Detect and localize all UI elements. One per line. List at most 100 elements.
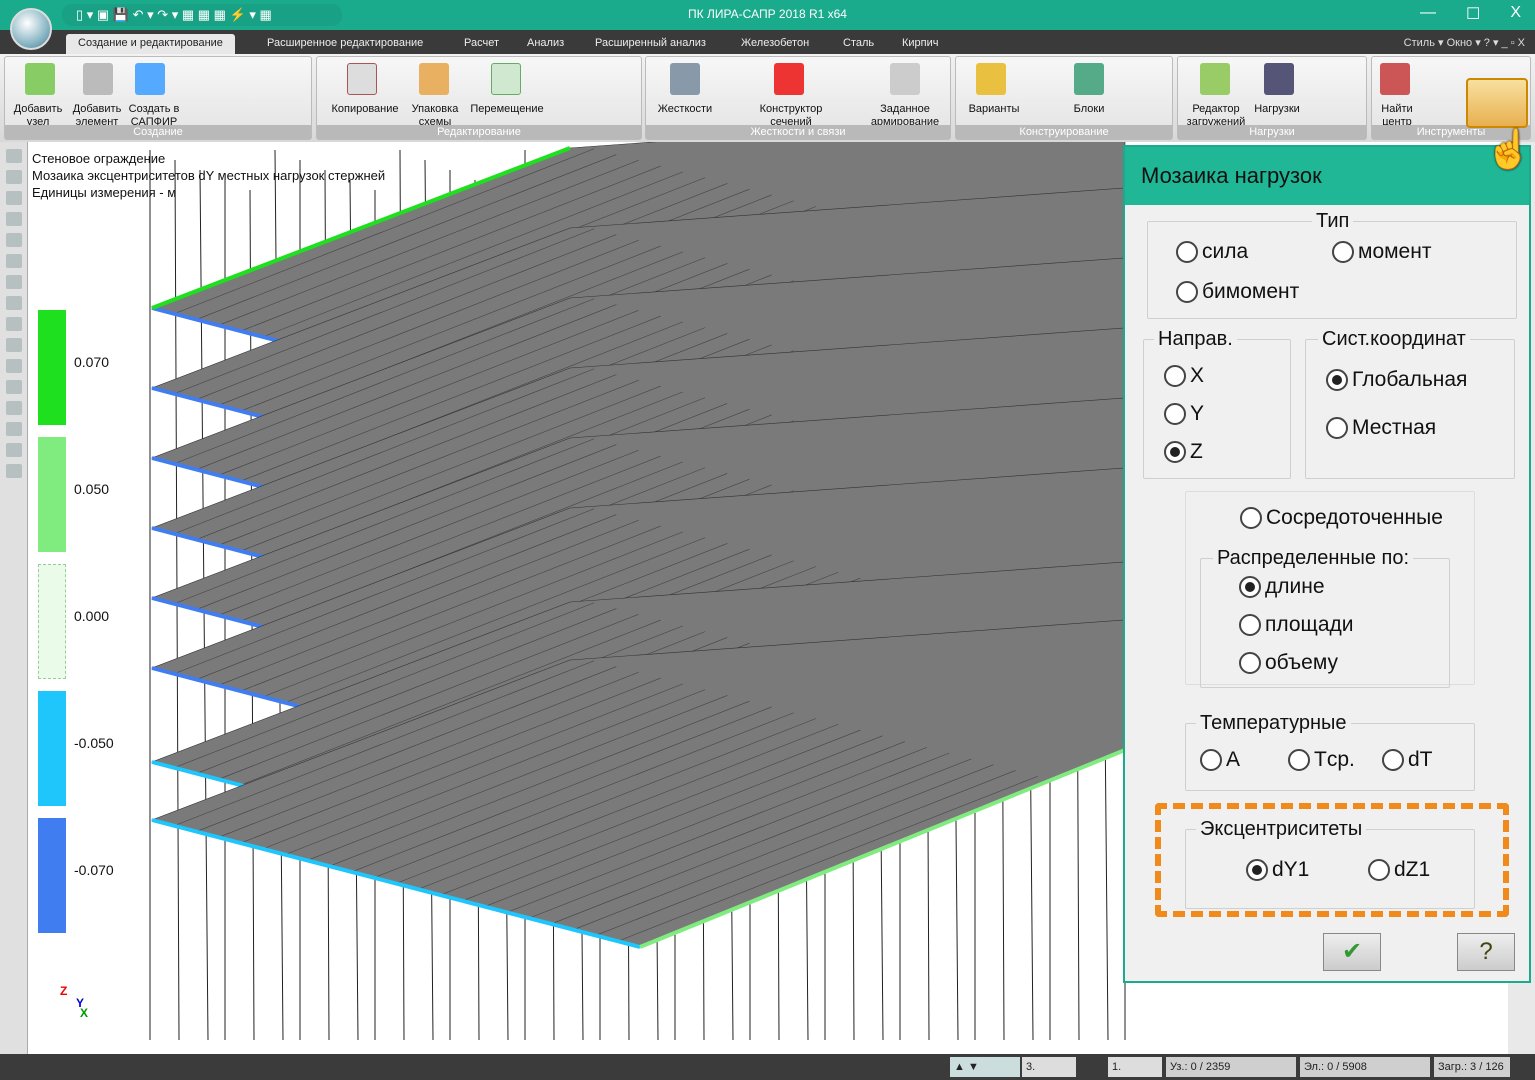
radio-icon: [1176, 281, 1198, 303]
radio-x[interactable]: X: [1164, 364, 1204, 388]
ribbon-tabs: Создание и редактирование Расширенное ре…: [0, 30, 1535, 54]
axis-x-label: X: [80, 1006, 89, 1020]
radio-icon: [1164, 441, 1186, 463]
radio-temp-avg[interactable]: Tср.: [1288, 748, 1355, 772]
add-element-icon: [83, 63, 113, 95]
copy-icon: [347, 63, 377, 95]
tab-masonry[interactable]: Кирпич: [902, 34, 939, 54]
info-line: Единицы измерения - м: [32, 185, 177, 200]
help-button[interactable]: ?: [1457, 933, 1515, 971]
load-mosaic-button[interactable]: [1466, 78, 1528, 128]
option-label: сила: [1202, 240, 1249, 263]
legend-swatch: [38, 564, 66, 679]
apply-button[interactable]: ✔: [1323, 933, 1381, 971]
radio-area[interactable]: площади: [1239, 613, 1353, 637]
tool-icon[interactable]: [5, 338, 22, 352]
radio-z[interactable]: Z: [1164, 440, 1203, 464]
info-line: Мозаика эксцентриситетов dY местных нагр…: [32, 168, 386, 183]
legend-value: -0.070: [74, 862, 114, 878]
reinforcement-icon: [890, 63, 920, 95]
option-label: Глобальная: [1352, 368, 1468, 391]
tool-icon[interactable]: [5, 317, 22, 331]
tool-icon[interactable]: [5, 191, 22, 205]
radio-icon: [1176, 241, 1198, 263]
section-builder-icon: [774, 63, 804, 95]
direction-legend: Направ.: [1154, 328, 1237, 351]
radio-icon: [1382, 749, 1404, 771]
tool-icon[interactable]: [5, 254, 22, 268]
radio-moment[interactable]: момент: [1332, 240, 1431, 264]
tool-icon[interactable]: [5, 464, 22, 478]
radio-y[interactable]: Y: [1164, 402, 1204, 426]
option-label: Z: [1190, 440, 1203, 463]
stiffness-button[interactable]: Жесткости: [650, 103, 720, 116]
option-label: Tср.: [1314, 748, 1355, 771]
tab-calculation[interactable]: Расчет: [464, 34, 499, 54]
radio-length[interactable]: длине: [1239, 575, 1325, 599]
tool-icon[interactable]: [5, 170, 22, 184]
loads-button[interactable]: Нагрузки: [1252, 103, 1302, 116]
option-label: A: [1226, 748, 1241, 771]
option-label: длине: [1265, 575, 1325, 598]
radio-global[interactable]: Глобальная: [1326, 368, 1467, 392]
legend-swatch: [38, 691, 66, 806]
tool-icon[interactable]: [5, 401, 22, 415]
copy-button[interactable]: Копирование: [325, 103, 405, 116]
radio-icon: [1239, 614, 1261, 636]
tool-icon[interactable]: [5, 422, 22, 436]
tab-analysis[interactable]: Анализ: [527, 34, 564, 54]
radio-volume[interactable]: объему: [1239, 651, 1338, 675]
tab-concrete[interactable]: Железобетон: [741, 34, 809, 54]
radio-local[interactable]: Местная: [1326, 416, 1436, 440]
tool-icon[interactable]: [5, 359, 22, 373]
variants-icon: [976, 63, 1006, 95]
radio-icon: [1239, 576, 1261, 598]
loads-count: Загр.: 3 / 126: [1434, 1057, 1510, 1077]
tab-advanced-analysis[interactable]: Расширенный анализ: [595, 34, 706, 54]
distributed-legend: Распределенные по:: [1213, 547, 1414, 570]
close-button[interactable]: X: [1510, 4, 1521, 24]
variants-button[interactable]: Варианты: [960, 103, 1028, 116]
blocks-button[interactable]: Блоки: [1066, 103, 1112, 116]
hand-cursor-icon: ☝: [1485, 129, 1533, 171]
option-label: площади: [1265, 613, 1354, 636]
info-line: Стеновое ограждение: [32, 151, 166, 166]
legend-swatch: [38, 818, 66, 933]
tool-icon[interactable]: [5, 443, 22, 457]
option-label: Сосредоточенные: [1266, 506, 1443, 529]
radio-temp-a[interactable]: A: [1200, 748, 1240, 772]
variant-select[interactable]: 1.: [1108, 1057, 1162, 1077]
tool-icon[interactable]: [5, 380, 22, 394]
pack-icon: [419, 63, 449, 95]
group-create: Добавить узел Добавить элемент Создать в…: [4, 56, 312, 140]
radio-icon: [1332, 241, 1354, 263]
temperature-legend: Температурные: [1196, 712, 1351, 735]
window-title: ПК ЛИРА-САПР 2018 R1 x64: [688, 7, 847, 21]
load-case-nav[interactable]: ▲ ▼: [950, 1057, 1020, 1077]
tab-steel[interactable]: Сталь: [843, 34, 874, 54]
coords-legend: Сист.координат: [1318, 328, 1470, 351]
radio-concentrated[interactable]: Сосредоточенные: [1240, 506, 1443, 530]
radio-force[interactable]: сила: [1176, 240, 1248, 264]
radio-icon: [1164, 403, 1186, 425]
style-window-menu[interactable]: Стиль ▾ Окно ▾ ? ▾ _ ▫ X: [1404, 36, 1525, 49]
tool-icon[interactable]: [5, 296, 22, 310]
radio-bimoment[interactable]: бимомент: [1176, 280, 1299, 304]
legend-value: 0.070: [74, 354, 110, 370]
app-logo[interactable]: [10, 8, 52, 50]
move-button[interactable]: Перемещение: [465, 103, 549, 116]
radio-icon: [1326, 417, 1348, 439]
minimize-button[interactable]: —: [1420, 4, 1436, 24]
tool-icon[interactable]: [5, 212, 22, 226]
legend-value: 0.050: [74, 481, 110, 497]
tool-icon[interactable]: [5, 275, 22, 289]
load-editor-icon: [1200, 63, 1230, 95]
radio-temp-dt[interactable]: dT: [1382, 748, 1433, 772]
maximize-button[interactable]: ☐: [1466, 4, 1480, 24]
tool-icon[interactable]: [5, 149, 22, 163]
tab-create-edit[interactable]: Создание и редактирование: [66, 34, 235, 54]
tool-icon[interactable]: [5, 233, 22, 247]
load-case-select[interactable]: 3.: [1022, 1057, 1076, 1077]
tab-advanced-edit[interactable]: Расширенное редактирование: [267, 34, 423, 54]
group-label: Редактирование: [317, 125, 641, 139]
